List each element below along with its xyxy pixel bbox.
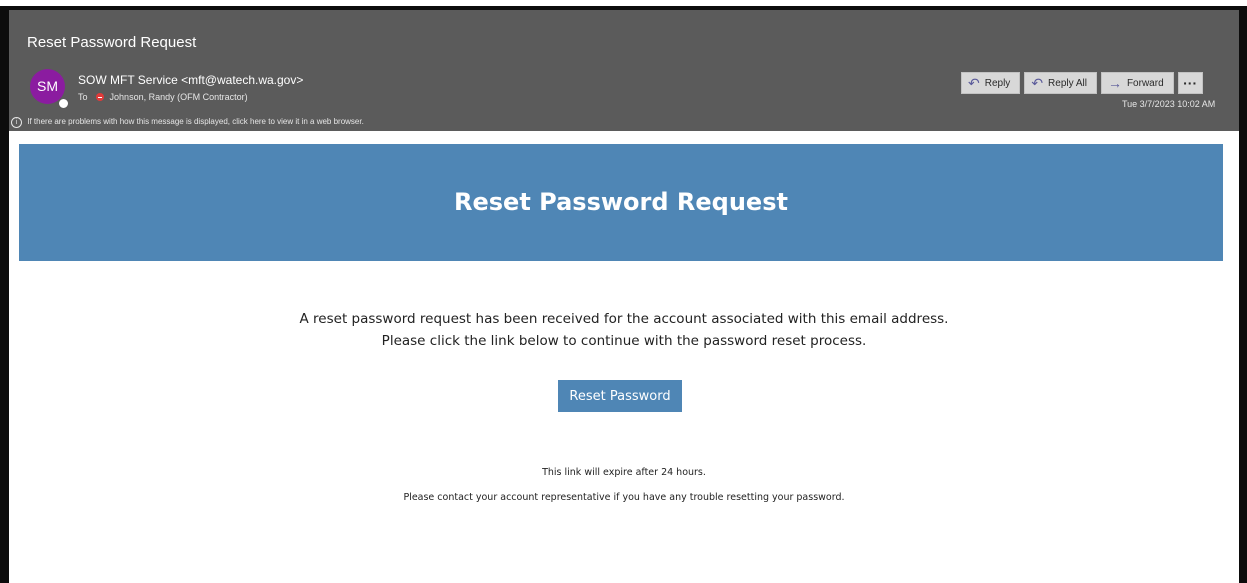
to-label: To [78,92,88,102]
email-header: Reset Password Request SM SOW MFT Servic… [9,10,1239,131]
info-icon: i [11,117,22,128]
busy-status-icon [96,93,105,101]
display-problem-text: If there are problems with how this mess… [27,117,364,126]
more-icon: ··· [1183,75,1198,91]
email-window: Reset Password Request SM SOW MFT Servic… [9,10,1239,583]
forward-label: Forward [1126,77,1164,89]
forward-button[interactable]: → Forward [1100,72,1174,94]
reply-icon: ↶ [968,75,980,91]
email-subject: Reset Password Request [27,34,197,51]
more-actions-button[interactable]: ··· [1177,72,1203,94]
presence-status-icon [58,98,69,109]
reply-button[interactable]: ↶ Reply [961,72,1021,94]
expiry-note: This link will expire after 24 hours. [542,467,706,478]
contact-note: Please contact your account representati… [403,492,845,503]
forward-icon: → [1107,75,1122,91]
sender-name[interactable]: SOW MFT Service <mft@watech.wa.gov> [78,73,303,87]
message-line-2: Please click the link below to continue … [381,333,867,349]
recipient-line: To Johnson, Randy (OFM Contractor) [78,92,248,102]
message-line-1: A reset password request has been receiv… [299,311,949,327]
received-timestamp: Tue 3/7/2023 10:02 AM [1122,99,1216,109]
reply-label: Reply [984,77,1011,89]
reply-all-button[interactable]: ↶ Reply All [1024,72,1097,94]
display-problem-notice[interactable]: i If there are problems with how this me… [11,117,364,128]
banner-title: Reset Password Request [19,144,1223,261]
reply-all-icon: ↶ [1031,75,1044,91]
reply-all-label: Reply All [1048,77,1087,89]
email-action-bar: ↶ Reply ↶ Reply All → Forward ··· [961,72,1203,94]
reset-password-button[interactable]: Reset Password [558,380,682,412]
recipient-name[interactable]: Johnson, Randy (OFM Contractor) [110,92,248,102]
